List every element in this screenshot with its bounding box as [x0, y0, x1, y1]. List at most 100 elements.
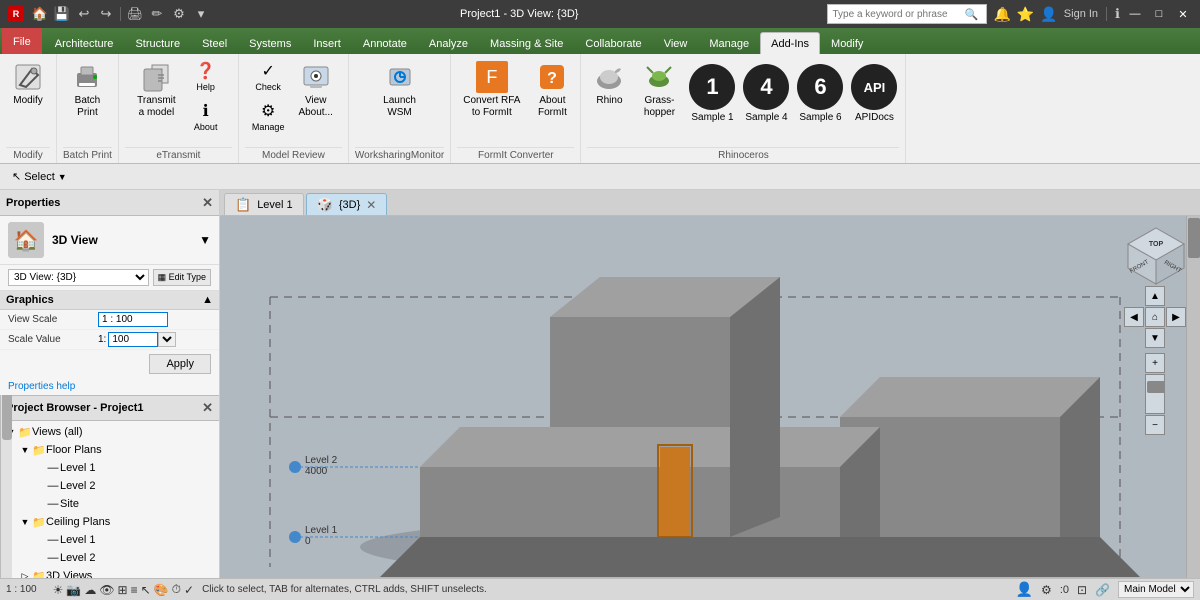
tab-modify[interactable]: Modify [820, 32, 874, 54]
view-type-dropdown[interactable]: ▼ [199, 233, 211, 247]
properties-help-link[interactable]: Properties help [0, 378, 219, 395]
apidocs-circle[interactable]: API [851, 64, 897, 110]
close-btn[interactable]: ✕ [1174, 5, 1192, 23]
tab-collaborate[interactable]: Collaborate [574, 32, 652, 54]
rhino-btn[interactable]: Rhino [587, 58, 631, 138]
tree-ceiling-plans[interactable]: ▼ 📁 Ceiling Plans [0, 513, 219, 531]
modify-btn[interactable]: Modify [6, 58, 50, 138]
sample1-btn[interactable]: 1 Sample 1 [687, 62, 737, 126]
about-formit-btn[interactable]: ? AboutFormIt [530, 58, 574, 138]
user-icon[interactable]: 👤 [1040, 6, 1057, 23]
tree-level1-cp[interactable]: — Level 1 [0, 531, 219, 549]
nav-zoom-out-btn[interactable]: − [1145, 415, 1165, 435]
convert-rfa-btn[interactable]: F Convert RFAto FormIt [457, 58, 526, 138]
scale-value-input[interactable] [108, 332, 158, 347]
about-btn[interactable]: ℹ About [186, 98, 226, 136]
qat-settings[interactable]: ⚙ [169, 5, 189, 23]
tab-analyze[interactable]: Analyze [418, 32, 479, 54]
viewport-scroll-thumb[interactable] [1188, 218, 1200, 258]
view-about-btn[interactable]: ViewAbout... [292, 58, 338, 138]
sample6-circle[interactable]: 6 [797, 64, 843, 110]
info-icon[interactable]: ℹ [1115, 6, 1120, 22]
paint-icon[interactable]: 🎨 [154, 583, 169, 597]
nav-zoom-in-btn[interactable]: + [1145, 353, 1165, 373]
tree-scrollbar[interactable] [0, 395, 12, 578]
check-status-icon[interactable]: ✓ [184, 583, 194, 597]
tree-floor-plans[interactable]: ▼ 📁 Floor Plans [0, 441, 219, 459]
qat-print[interactable]: 🖨 [125, 5, 145, 23]
tab-massing[interactable]: Massing & Site [479, 32, 574, 54]
tab-structure[interactable]: Structure [124, 32, 191, 54]
tab-view[interactable]: View [653, 32, 699, 54]
edit-type-btn[interactable]: ▦ Edit Type [153, 269, 211, 286]
zoom-slider-thumb[interactable] [1147, 381, 1165, 393]
tab-addins[interactable]: Add-Ins [760, 32, 820, 54]
qat-undo[interactable]: ↩ [74, 5, 94, 23]
nav-up-btn[interactable]: ▲ [1145, 286, 1165, 306]
star-icon[interactable]: ⭐ [1017, 6, 1034, 23]
viewport-scrollbar[interactable] [1186, 216, 1200, 578]
ceiling-plans-expand[interactable]: ▼ [18, 515, 32, 529]
tree-scroll-thumb[interactable] [2, 395, 12, 440]
viewport-3d[interactable]: Level 2 4000 Level 1 0 [220, 216, 1200, 578]
sun-icon[interactable]: ☀ [53, 583, 64, 597]
search-box[interactable]: 🔍 ▾ [827, 4, 987, 24]
qat-redo[interactable]: ↪ [96, 5, 116, 23]
tab-architecture[interactable]: Architecture [44, 32, 125, 54]
tree-level2-fp[interactable]: — Level 2 [0, 477, 219, 495]
select-dropdown-icon[interactable]: ▼ [58, 172, 67, 182]
cloud-icon[interactable]: ☁ [84, 583, 96, 597]
nav-cube[interactable]: TOP RIGHT FRONT [1126, 226, 1186, 286]
clock-icon[interactable]: ⏱ [172, 582, 181, 597]
sample4-circle[interactable]: 4 [743, 64, 789, 110]
nav-right-btn[interactable]: ▶ [1166, 307, 1186, 327]
tree-level2-cp[interactable]: — Level 2 [0, 549, 219, 567]
minimize-btn[interactable]: — [1126, 5, 1144, 23]
status-key-icon[interactable]: ⚙ [1041, 583, 1052, 597]
qat-save[interactable]: 💾 [52, 5, 72, 23]
tab-steel[interactable]: Steel [191, 32, 238, 54]
tab-annotate[interactable]: Annotate [352, 32, 418, 54]
qat-home[interactable]: 🏠 [30, 5, 50, 23]
manage-btn[interactable]: ⚙ Manage [248, 98, 289, 136]
help-btn[interactable]: ❓ Help [186, 58, 226, 96]
tab-file[interactable]: File [2, 28, 42, 54]
main-model-dropdown[interactable]: Main Model [1118, 581, 1194, 598]
graphics-section-header[interactable]: Graphics ▲ [0, 291, 219, 310]
check-btn[interactable]: ✓ Check [248, 58, 289, 96]
3d-views-expand[interactable]: ▷ [18, 569, 32, 578]
select-btn[interactable]: ↖ Select ▼ [6, 168, 73, 185]
search-input[interactable] [832, 9, 964, 20]
properties-close[interactable]: ✕ [202, 195, 213, 211]
tab-3d[interactable]: 🎲 {3D} ✕ [306, 193, 388, 215]
tree-3d-views[interactable]: ▷ 📁 3D Views [0, 567, 219, 578]
tab-level1[interactable]: 📋 Level 1 [224, 193, 304, 215]
sample1-circle[interactable]: 1 [689, 64, 735, 110]
nav-home-btn[interactable]: ⌂ [1145, 307, 1165, 327]
qat-pencil[interactable]: ✏ [147, 5, 167, 23]
grid-icon[interactable]: ⊞ [118, 583, 128, 597]
pointer-icon[interactable]: ↖ [141, 583, 151, 597]
launch-wsm-btn[interactable]: LaunchWSM [377, 58, 422, 138]
sample4-btn[interactable]: 4 Sample 4 [741, 62, 791, 126]
nav-left-btn[interactable]: ◀ [1124, 307, 1144, 327]
nav-down-btn[interactable]: ▼ [1145, 328, 1165, 348]
grasshopper-btn[interactable]: Grass-hopper [637, 58, 681, 138]
tab-insert[interactable]: Insert [302, 32, 352, 54]
tab-systems[interactable]: Systems [238, 32, 302, 54]
3d-tab-close[interactable]: ✕ [366, 198, 376, 212]
status-model-icon[interactable]: ⊡ [1077, 583, 1087, 597]
view-selector-dropdown[interactable]: 3D View: {3D} [8, 269, 149, 286]
apply-btn[interactable]: Apply [149, 354, 211, 374]
tree-level1-fp[interactable]: — Level 1 [0, 459, 219, 477]
qat-dropdown[interactable]: ▾ [191, 5, 211, 23]
camera-icon[interactable]: 📷 [66, 583, 81, 597]
view-scale-input[interactable] [98, 312, 168, 327]
transmit-model-btn[interactable]: Transmita model [131, 58, 182, 138]
apidocs-btn[interactable]: API APIDocs [849, 62, 899, 126]
maximize-btn[interactable]: □ [1150, 5, 1168, 23]
tab-manage[interactable]: Manage [698, 32, 760, 54]
sign-in-label[interactable]: Sign In [1064, 8, 1098, 20]
layers-icon[interactable]: ≡ [131, 583, 138, 597]
tree-views-all[interactable]: ▼ 📁 Views (all) [0, 423, 219, 441]
